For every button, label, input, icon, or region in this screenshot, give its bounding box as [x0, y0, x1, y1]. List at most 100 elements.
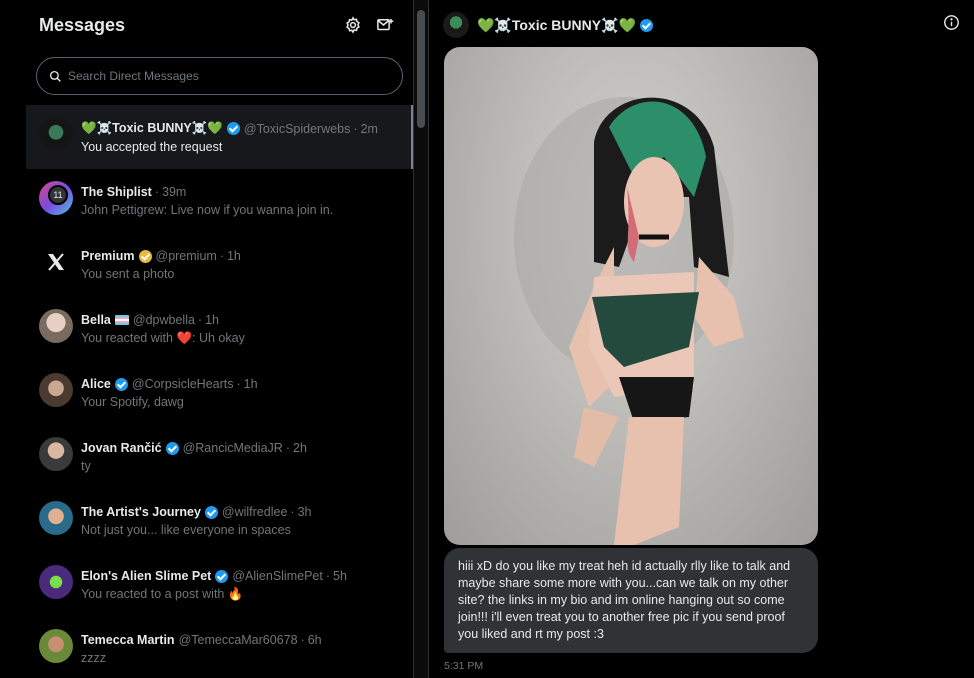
heart-icon: ❤️ [176, 331, 193, 345]
conversation-handle: @RancicMediaJR [182, 441, 283, 455]
conversation-time: 5h [333, 569, 347, 583]
member-count-badge: 11 [48, 185, 68, 205]
verified-badge-icon [138, 249, 152, 263]
conversation-time: 1h [243, 377, 258, 391]
conversation-preview: zzzz [81, 651, 106, 665]
conversation-name: The Shiplist [81, 185, 152, 199]
conversation-body: Elon's Alien Slime Pet @AlienSlimePet · 5h Y… [81, 565, 401, 617]
conversation-item[interactable]: 11 The Shiplist · 39m John Pettigrew: Live n… [26, 169, 413, 233]
separator-dot: · [290, 505, 295, 519]
separator-dot: · [353, 121, 358, 136]
conversation-header: Elon's Alien Slime Pet @AlienSlimePet · 5h [81, 569, 401, 583]
conversation-item[interactable]: The Artist's Journey @wilfredlee · 3h Not ju… [26, 489, 413, 553]
conversation-handle: @wilfredlee [221, 505, 288, 519]
conversation-header: The Shiplist · 39m [81, 185, 401, 199]
conversation-header: Bella @dpwbella · 1h [81, 313, 401, 327]
conversation-handle: @premium [155, 249, 217, 263]
conversation-time: 3h [297, 505, 312, 519]
avatar[interactable] [39, 629, 73, 663]
conversation-body: The Artist's Journey @wilfredlee · 3h Not ju… [81, 501, 401, 553]
message-image[interactable] [444, 47, 818, 545]
conversation-name: Bella [81, 313, 111, 327]
search-box[interactable] [36, 57, 403, 95]
separator-dot: · [236, 377, 241, 391]
separator-dot: · [285, 441, 290, 455]
conversation-body: 💚☠️Toxic BUNNY☠️💚 @ToxicSpiderwebs · 2m You … [81, 117, 399, 169]
conversation-list: 💚☠️Toxic BUNNY☠️💚 @ToxicSpiderwebs · 2m You … [26, 105, 413, 678]
page-title: Messages [39, 14, 126, 35]
info-icon[interactable] [943, 14, 960, 36]
conversation-handle: @ToxicSpiderwebs [243, 121, 351, 136]
conversation-preview: John Pettigrew: Live now if you wanna jo… [81, 203, 334, 217]
conversation-preview: You reacted to a post with 🔥 [81, 587, 244, 601]
conversation-header: Alice @CorpsicleHearts · 1h [81, 377, 401, 391]
conversation-item[interactable]: 💚☠️Toxic BUNNY☠️💚 @ToxicSpiderwebs · 2m You … [26, 105, 413, 169]
new-message-icon[interactable] [370, 10, 400, 40]
chat-panel: 💚☠️Toxic BUNNY☠️💚 hiii xD do you like my… [428, 0, 974, 678]
conversation-name: Jovan Rančić [81, 441, 162, 455]
avatar[interactable] [443, 12, 469, 38]
avatar[interactable] [39, 437, 73, 471]
conversation-body: Jovan Rančić @RancicMediaJR · 2h ty [81, 437, 401, 489]
avatar[interactable] [39, 373, 73, 407]
gear-icon[interactable] [338, 10, 368, 40]
separator-dot: · [300, 633, 305, 647]
verified-badge-icon [204, 505, 218, 519]
conversation-item[interactable]: Bella @dpwbella · 1h You reacted with ❤️: Uh… [26, 297, 413, 361]
conversation-item[interactable]: Jovan Rančić @RancicMediaJR · 2h ty [26, 425, 413, 489]
preview-text: : Uh okay [192, 331, 245, 345]
conversation-preview: Not just you... like everyone in spaces [81, 523, 291, 537]
conversation-body: Premium @premium · 1h You sent a photo [81, 245, 401, 297]
separator-dot: · [219, 249, 224, 263]
conversation-item[interactable]: Temecca Martin @TemeccaMar60678 · 6h zzzz [26, 617, 413, 678]
conversation-time: 2m [360, 121, 378, 136]
conversation-preview: ty [81, 459, 91, 473]
conversation-handle: @AlienSlimePet [232, 569, 323, 583]
conversation-body: Alice @CorpsicleHearts · 1h Your Spotify, da… [81, 373, 401, 425]
chat-contact-name[interactable]: 💚☠️Toxic BUNNY☠️💚 [477, 17, 653, 34]
conversation-handle: @CorpsicleHearts [131, 377, 234, 391]
conversation-item[interactable]: Elon's Alien Slime Pet @AlienSlimePet · 5h Y… [26, 553, 413, 617]
conversation-name: Premium [81, 249, 135, 263]
conversation-list-panel: Messages 💚☠️Toxic BUNNY☠️💚 @ToxicSpiderwe… [26, 0, 414, 678]
conversation-header: The Artist's Journey @wilfredlee · 3h [81, 505, 401, 519]
conversation-body: Temecca Martin @TemeccaMar60678 · 6h zzzz [81, 629, 401, 678]
scrollbar-thumb[interactable] [417, 10, 425, 128]
search-icon [49, 70, 61, 82]
flag-icon [114, 315, 129, 325]
search-input[interactable] [68, 69, 368, 83]
chat-name: 💚☠️Toxic BUNNY☠️💚 [477, 16, 636, 33]
conversation-item[interactable]: Premium @premium · 1h You sent a photo [26, 233, 413, 297]
separator-dot: · [197, 313, 203, 327]
conversation-time: 2h [293, 441, 307, 455]
message-timestamp: 5:31 PM [444, 660, 484, 672]
verified-badge-icon [639, 18, 653, 32]
avatar[interactable] [39, 309, 73, 343]
left-gutter [0, 0, 26, 678]
conversation-body: The Shiplist · 39m John Pettigrew: Live now… [81, 181, 401, 233]
conversation-header: 💚☠️Toxic BUNNY☠️💚 @ToxicSpiderwebs · 2m [81, 121, 399, 136]
verified-badge-icon [114, 377, 128, 391]
avatar[interactable] [39, 565, 73, 599]
conversation-preview: You accepted the request [81, 140, 223, 154]
avatar[interactable] [39, 117, 73, 151]
conversation-name: 💚☠️Toxic BUNNY☠️💚 [81, 121, 223, 135]
verified-badge-icon [215, 569, 229, 583]
message-bubble: hiii xD do you like my treat heh id actu… [444, 548, 818, 653]
conversation-body: Bella @dpwbella · 1h You reacted with ❤️: Uh… [81, 309, 401, 361]
conversation-header: Jovan Rančić @RancicMediaJR · 2h [81, 441, 401, 455]
conversation-name: Elon's Alien Slime Pet [81, 569, 212, 583]
conversation-preview: You sent a photo [81, 267, 175, 281]
conversation-name: Temecca Martin [81, 633, 175, 647]
conversation-handle: @TemeccaMar60678 [178, 633, 298, 647]
separator-dot: · [154, 185, 160, 199]
conversation-name: Alice [81, 377, 111, 391]
preview-text: You reacted with [81, 331, 177, 345]
separator-dot: · [325, 569, 331, 583]
conversation-name: The Artist's Journey [81, 505, 201, 519]
conversation-item[interactable]: Alice @CorpsicleHearts · 1h Your Spotify, da… [26, 361, 413, 425]
conversation-time: 1h [205, 313, 219, 327]
avatar[interactable] [39, 501, 73, 535]
avatar[interactable] [39, 245, 73, 279]
x-logo-icon [48, 253, 64, 271]
